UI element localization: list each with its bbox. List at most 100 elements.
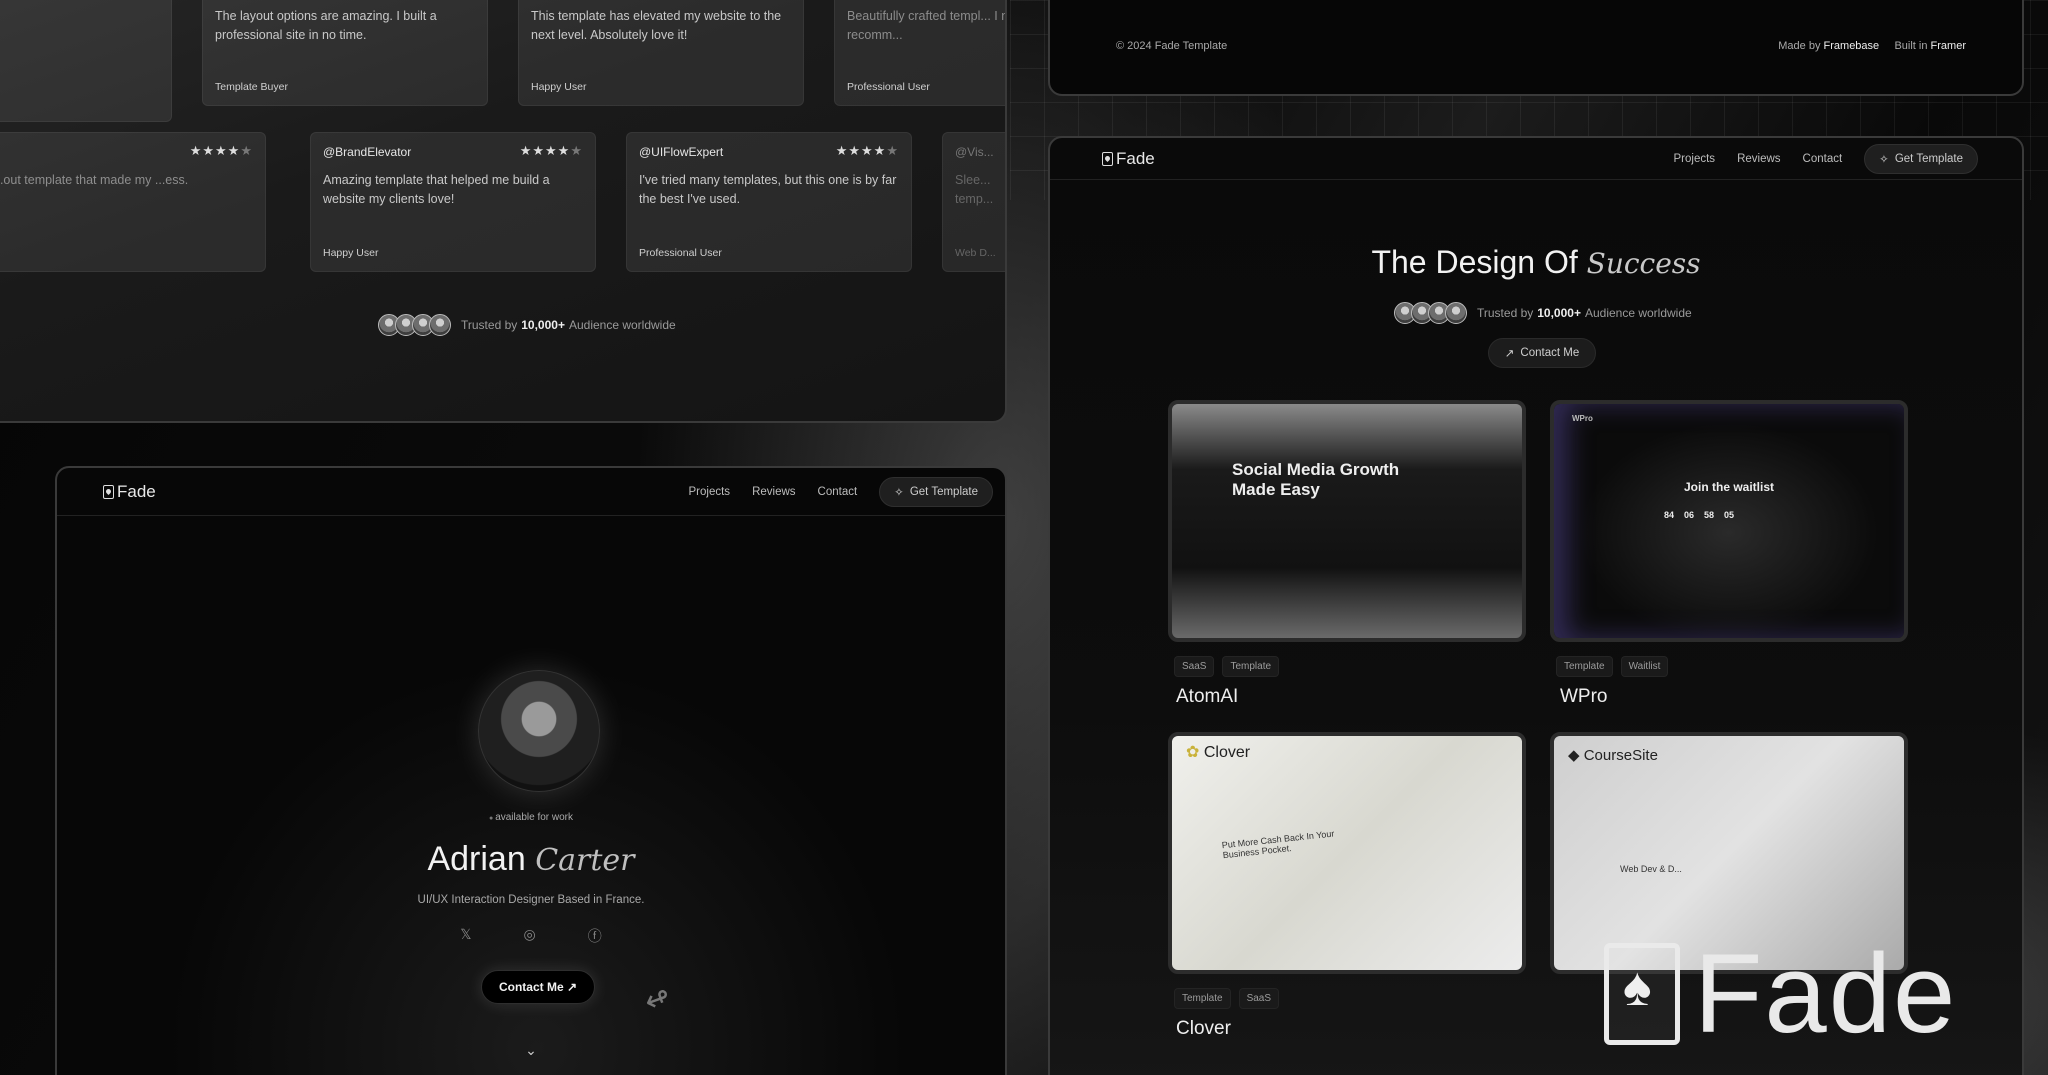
copyright: © 2024 Fade Template [1116,40,1228,52]
review-text: Slee... temp... [955,173,994,206]
get-template-button[interactable]: ✧ Get Template [1864,143,1978,174]
preview-logo: WPro [1572,414,1593,423]
project-tags: Template SaaS [1174,988,1280,1009]
review-text: Beautifully crafted templ... I needed. H… [847,9,1005,42]
avatar-stack [378,314,451,336]
portfolio-panel: Fade Projects Reviews Contact ✧ Get Templ… [55,466,1007,1075]
fade-logo-icon [1102,151,1113,166]
preview-logo: ✿ Clover [1186,744,1251,761]
top-nav: Fade Projects Reviews Contact ✧ Get Templ… [57,468,1005,516]
framebase-link[interactable]: Framebase [1824,40,1880,52]
logo[interactable]: Fade [103,482,156,502]
fade-logo-icon [1604,943,1680,1045]
preview-headline: Web Dev & D... [1620,864,1682,874]
review-role: Happy User [531,81,587,93]
tag: Template [1556,656,1613,677]
nav-link-reviews[interactable]: Reviews [752,486,795,498]
footer-panel: © 2024 Fade Template Made by Framebase B… [1048,0,2024,96]
tag: SaaS [1238,988,1280,1009]
tag: Template [1174,988,1231,1009]
project-title[interactable]: WPro [1560,686,1608,708]
trust-suffix: Audience worldwide [568,318,676,332]
review-role: Happy User [323,247,379,259]
review-text: This template has elevated my website to… [531,9,782,42]
review-text: ...out template that made my ...ess. [0,173,189,187]
trust-line: Trusted by 10,000+ Audience worldwide [1394,302,1692,324]
star-rating: ★★★★★ [835,143,899,158]
nav-links: Projects Reviews Contact ✧ Get Template [1674,143,1978,174]
credits: Made by Framebase Built in Framer [1778,40,1966,52]
review-card: @UIFlowExpert ★★★★★ I've tried many temp… [626,132,912,272]
review-handle: @UIFlowExpert [639,145,724,159]
logo-text: Fade [117,481,156,501]
review-role: Template Buyer [215,81,288,93]
brand-wordmark: Fade [1604,938,1957,1050]
nav-link-projects[interactable]: Projects [689,486,731,498]
preview-headline: Social Media Growth Made Easy [1232,460,1400,499]
trust-prefix: Trusted by [1477,306,1534,320]
trust-count: 10,000+ [521,318,565,332]
logo-text: Fade [1116,148,1155,168]
review-role: Web D... [955,247,996,259]
review-card: ★★★★★ ...out template that made my ...es… [0,132,266,272]
framer-link[interactable]: Framer [1931,40,1966,52]
review-card: This template has elevated my website to… [518,0,804,106]
trust-line: Trusted by 10,000+ Audience worldwide [378,314,676,336]
nav-link-contact[interactable]: Contact [1803,153,1843,165]
review-role: Professional User [847,81,930,93]
countdown: 84 06 58 05 [1664,510,1735,520]
sparkle-icon: ✧ [1879,153,1889,166]
project-thumbnail-clover[interactable]: ✿ Clover Put More Cash Back In Your Busi… [1168,732,1526,974]
review-card: The layout options are amazing. I built … [202,0,488,106]
facebook-icon[interactable]: ⓕ [588,926,602,946]
tag: Waitlist [1620,656,1669,677]
hero-title: The Design Of Success [1371,244,1701,280]
review-text: I've tried many templates, but this one … [639,173,897,206]
preview-headline: Join the waitlist [1683,480,1774,494]
top-nav: Fade Projects Reviews Contact ✧ Get Templ… [1050,138,2022,180]
profile-subtitle: UI/UX Interaction Designer Based in Fran… [417,894,645,906]
tag: Template [1222,656,1280,677]
project-tags: Template Waitlist [1556,656,1669,677]
brand-text: Fade [1694,931,1958,1056]
social-links: 𝕏 ◎ ⓕ [57,926,1005,946]
contact-me-button[interactable]: Contact Me ↗ [481,970,595,1004]
sparkle-icon: ✧ [894,486,904,499]
avatar-stack [1394,302,1467,324]
availability-status: available for work [57,812,1005,823]
fade-logo-icon [103,484,114,499]
nav-link-reviews[interactable]: Reviews [1737,153,1780,165]
avatar [429,314,451,336]
logo[interactable]: Fade [1102,149,1155,169]
review-card: @Vis... Slee... temp... Web D... [942,132,1005,272]
project-tags: SaaS Template [1174,656,1280,677]
preview-logo: ◆ CourseSite [1568,747,1658,764]
review-handle: @Vis... [955,145,994,159]
project-title[interactable]: AtomAI [1176,686,1238,708]
x-icon[interactable]: 𝕏 [460,926,471,946]
project-thumbnail-atomai[interactable]: Social Media Growth Made Easy [1168,400,1526,642]
project-title[interactable]: Clover [1176,1018,1231,1040]
get-template-button[interactable]: ✧ Get Template [879,476,993,507]
arrow-up-right-icon: ↗ [1504,348,1515,360]
project-thumbnail-wpro[interactable]: WPro Join the waitlist 84 06 58 05 [1550,400,1908,642]
trust-prefix: Trusted by [461,318,518,332]
reviews-panel: The layout options are amazing. I built … [0,0,1007,423]
profile-photo [478,670,600,792]
trust-count: 10,000+ [1537,306,1581,320]
star-rating: ★★★★★ [189,143,253,158]
contact-me-button[interactable]: ↗ Contact Me [1488,338,1596,368]
nav-link-contact[interactable]: Contact [818,486,858,498]
instagram-icon[interactable]: ◎ [524,926,536,946]
nav-links: Projects Reviews Contact ✧ Get Template [689,476,993,507]
preview-headline: Put More Cash Back In Your Business Pock… [1221,828,1335,861]
profile-name: Adrian Carter [427,840,635,878]
showcase-canvas: The layout options are amazing. I built … [0,0,2048,1075]
nav-link-projects[interactable]: Projects [1674,153,1716,165]
chevron-down-icon[interactable]: ⌄ [57,1042,1005,1059]
review-card: @BrandElevator ★★★★★ Amazing template th… [310,132,596,272]
review-text: Amazing template that helped me build a … [323,173,550,206]
star-rating: ★★★★★ [519,143,583,158]
tag: SaaS [1174,656,1215,677]
review-card [0,0,172,122]
